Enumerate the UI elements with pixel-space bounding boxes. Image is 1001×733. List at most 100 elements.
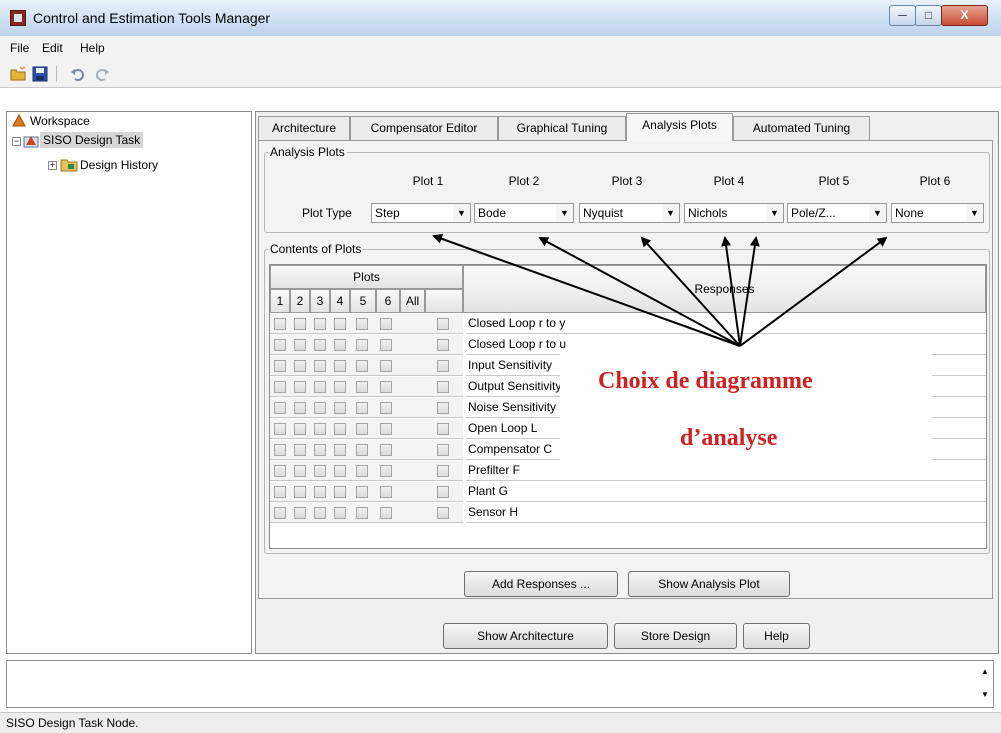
row-plot-checkbox[interactable] xyxy=(380,444,392,456)
row-plot-checkbox[interactable] xyxy=(334,360,346,372)
row-all-checkbox[interactable] xyxy=(437,318,449,330)
redo-icon[interactable] xyxy=(94,66,110,82)
menu-edit[interactable]: Edit xyxy=(42,41,63,55)
row-all-checkbox[interactable] xyxy=(437,339,449,351)
row-plot-checkbox[interactable] xyxy=(334,486,346,498)
plot-5-type-select[interactable]: Pole/Z... ▼ xyxy=(787,203,887,223)
row-plot-checkbox[interactable] xyxy=(356,444,368,456)
row-plot-checkbox[interactable] xyxy=(334,318,346,330)
row-all-checkbox[interactable] xyxy=(437,381,449,393)
row-plot-checkbox[interactable] xyxy=(294,465,306,477)
save-icon[interactable] xyxy=(32,66,48,82)
open-folder-icon[interactable] xyxy=(10,66,26,82)
row-plot-checkbox[interactable] xyxy=(314,444,326,456)
row-plot-checkbox[interactable] xyxy=(314,507,326,519)
row-plot-checkbox[interactable] xyxy=(294,381,306,393)
row-plot-checkbox[interactable] xyxy=(334,402,346,414)
tree-item-siso-design-task[interactable]: SISO Design Task xyxy=(40,132,144,148)
row-plot-checkbox[interactable] xyxy=(314,486,326,498)
undo-icon[interactable] xyxy=(70,66,86,82)
row-plot-checkbox[interactable] xyxy=(334,465,346,477)
row-plot-checkbox[interactable] xyxy=(334,423,346,435)
plot-6-type-select[interactable]: None ▼ xyxy=(891,203,984,223)
row-plot-checkbox[interactable] xyxy=(334,444,346,456)
row-plot-checkbox[interactable] xyxy=(334,381,346,393)
row-plot-checkbox[interactable] xyxy=(380,318,392,330)
row-plot-checkbox[interactable] xyxy=(356,402,368,414)
row-plot-checkbox[interactable] xyxy=(314,339,326,351)
show-architecture-button[interactable]: Show Architecture xyxy=(443,623,608,649)
row-plot-checkbox[interactable] xyxy=(294,507,306,519)
row-all-checkbox[interactable] xyxy=(437,402,449,414)
row-plot-checkbox[interactable] xyxy=(274,444,286,456)
tree-item-workspace[interactable]: Workspace xyxy=(30,114,90,128)
tab-automated-tuning[interactable]: Automated Tuning xyxy=(733,116,870,140)
maximize-button[interactable]: □ xyxy=(915,5,942,26)
add-responses-button[interactable]: Add Responses ... xyxy=(464,571,618,597)
tree-expand-icon[interactable]: + xyxy=(48,161,57,170)
row-plot-checkbox[interactable] xyxy=(294,360,306,372)
row-plot-checkbox[interactable] xyxy=(380,339,392,351)
row-all-checkbox[interactable] xyxy=(437,444,449,456)
row-plot-checkbox[interactable] xyxy=(356,318,368,330)
row-plot-checkbox[interactable] xyxy=(294,318,306,330)
plot-1-type-select[interactable]: Step ▼ xyxy=(371,203,471,223)
row-plot-checkbox[interactable] xyxy=(334,507,346,519)
menu-help[interactable]: Help xyxy=(80,41,105,55)
row-plot-checkbox[interactable] xyxy=(274,318,286,330)
close-button[interactable]: X xyxy=(941,5,988,26)
scroll-up-icon[interactable]: ▲ xyxy=(981,667,989,676)
row-plot-checkbox[interactable] xyxy=(380,402,392,414)
row-plot-checkbox[interactable] xyxy=(356,423,368,435)
plot-4-type-select[interactable]: Nichols ▼ xyxy=(684,203,784,223)
plot-3-type-select[interactable]: Nyquist ▼ xyxy=(579,203,680,223)
row-plot-checkbox[interactable] xyxy=(314,402,326,414)
tree-collapse-icon[interactable]: − xyxy=(12,137,21,146)
row-plot-checkbox[interactable] xyxy=(356,507,368,519)
workspace-tree[interactable] xyxy=(6,111,252,654)
row-plot-checkbox[interactable] xyxy=(380,423,392,435)
row-plot-checkbox[interactable] xyxy=(294,339,306,351)
help-button[interactable]: Help xyxy=(743,623,810,649)
row-plot-checkbox[interactable] xyxy=(380,507,392,519)
row-all-checkbox[interactable] xyxy=(437,507,449,519)
tab-analysis-plots[interactable]: Analysis Plots xyxy=(626,113,733,141)
plot-2-type-select[interactable]: Bode ▼ xyxy=(474,203,574,223)
row-plot-checkbox[interactable] xyxy=(274,339,286,351)
menu-file[interactable]: File xyxy=(10,41,29,55)
tab-architecture[interactable]: Architecture xyxy=(258,116,350,140)
row-plot-checkbox[interactable] xyxy=(380,486,392,498)
row-plot-checkbox[interactable] xyxy=(274,402,286,414)
row-plot-checkbox[interactable] xyxy=(380,381,392,393)
row-plot-checkbox[interactable] xyxy=(294,444,306,456)
row-plot-checkbox[interactable] xyxy=(274,465,286,477)
row-plot-checkbox[interactable] xyxy=(356,486,368,498)
row-plot-checkbox[interactable] xyxy=(274,381,286,393)
row-plot-checkbox[interactable] xyxy=(314,360,326,372)
row-plot-checkbox[interactable] xyxy=(314,381,326,393)
minimize-button[interactable]: ─ xyxy=(889,5,916,26)
message-area[interactable] xyxy=(6,660,994,708)
tree-item-design-history[interactable]: Design History xyxy=(80,158,158,172)
row-plot-checkbox[interactable] xyxy=(294,402,306,414)
show-analysis-plot-button[interactable]: Show Analysis Plot xyxy=(628,571,790,597)
row-plot-checkbox[interactable] xyxy=(274,360,286,372)
row-plot-checkbox[interactable] xyxy=(356,381,368,393)
row-all-checkbox[interactable] xyxy=(437,423,449,435)
row-plot-checkbox[interactable] xyxy=(314,465,326,477)
row-all-checkbox[interactable] xyxy=(437,465,449,477)
row-plot-checkbox[interactable] xyxy=(274,423,286,435)
row-plot-checkbox[interactable] xyxy=(356,465,368,477)
row-plot-checkbox[interactable] xyxy=(380,360,392,372)
store-design-button[interactable]: Store Design xyxy=(614,623,737,649)
row-plot-checkbox[interactable] xyxy=(314,318,326,330)
row-plot-checkbox[interactable] xyxy=(274,507,286,519)
row-plot-checkbox[interactable] xyxy=(380,465,392,477)
row-plot-checkbox[interactable] xyxy=(274,486,286,498)
row-plot-checkbox[interactable] xyxy=(356,360,368,372)
row-all-checkbox[interactable] xyxy=(437,486,449,498)
tab-graphical-tuning[interactable]: Graphical Tuning xyxy=(498,116,626,140)
row-plot-checkbox[interactable] xyxy=(356,339,368,351)
row-plot-checkbox[interactable] xyxy=(294,486,306,498)
row-plot-checkbox[interactable] xyxy=(334,339,346,351)
